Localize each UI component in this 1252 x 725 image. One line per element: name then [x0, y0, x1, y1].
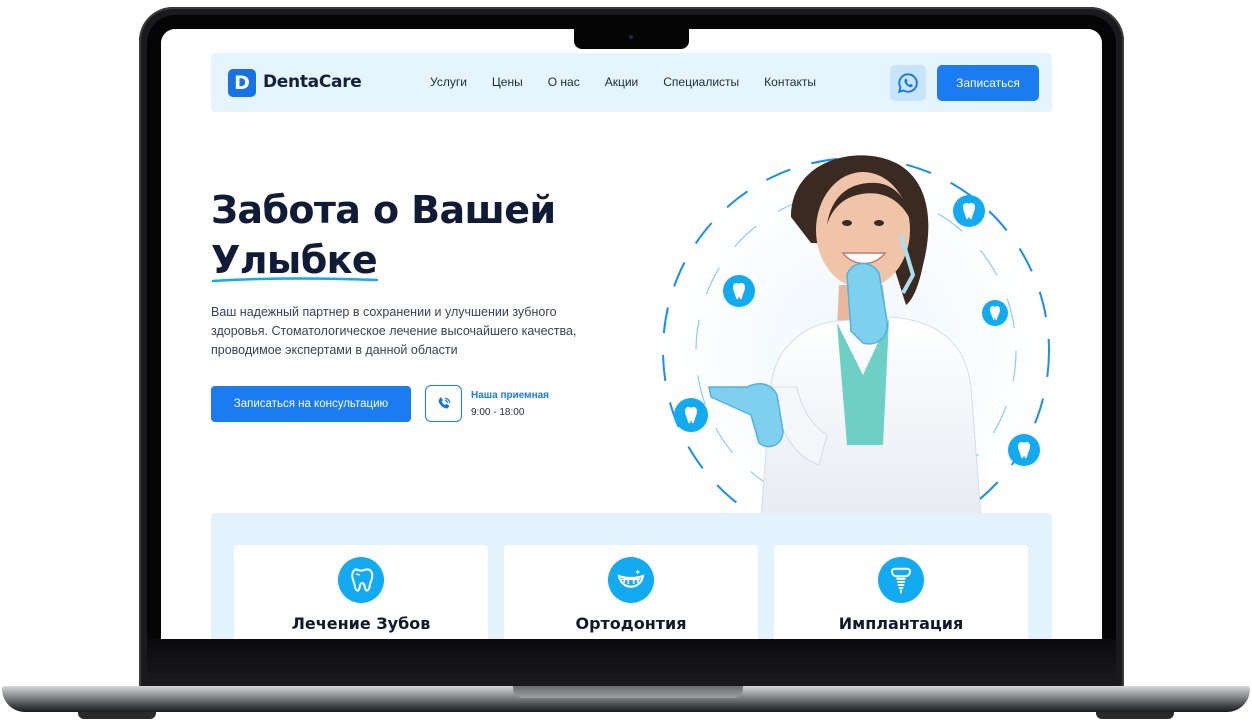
nav-link-prices[interactable]: Цены: [492, 75, 523, 89]
service-card-orthodontics[interactable]: Ортодонтия: [504, 545, 758, 639]
service-title: Ортодонтия: [575, 614, 687, 633]
laptop-chin: [147, 639, 1116, 684]
logo-icon[interactable]: D: [228, 69, 256, 97]
laptop-base: [2, 686, 1250, 712]
service-card-implantation[interactable]: Имплантация: [774, 545, 1028, 639]
nav-link-specialists[interactable]: Специалисты: [663, 75, 739, 89]
nav-link-promotions[interactable]: Акции: [605, 75, 639, 89]
logo-text[interactable]: DentaCare: [263, 72, 362, 92]
title-underline: [211, 277, 379, 283]
laptop-foot-right: [1096, 712, 1174, 719]
nav-links: Услуги Цены О нас Акции Специалисты Конт…: [430, 75, 841, 89]
nav-link-about[interactable]: О нас: [548, 75, 580, 89]
hero-title: Забота о Вашей Улыбке: [211, 185, 556, 285]
whatsapp-button[interactable]: [890, 65, 926, 101]
service-card-treatment[interactable]: Лечение Зубов: [234, 545, 488, 639]
tooth-badge-right: [982, 300, 1008, 326]
camera-icon: [629, 35, 633, 39]
tooth-icon: [338, 557, 384, 603]
trackpad-notch: [513, 686, 743, 698]
nav-link-contacts[interactable]: Контакты: [764, 75, 816, 89]
laptop-frame: D DentaCare Услуги Цены О нас Акции Спец…: [0, 0, 1252, 725]
tooth-badge-bottom-right: [1008, 434, 1040, 466]
tooth-badge-left: [723, 275, 755, 307]
phone-icon: [438, 396, 450, 409]
services-section: Лечение Зубов Ортодонтия Имплантация: [211, 513, 1052, 639]
hero-description: Ваш надежный партнер в сохранении и улуч…: [211, 305, 577, 357]
signup-button[interactable]: Записаться: [937, 65, 1039, 101]
camera-notch: [574, 29, 689, 49]
tooth-badge-top-right: [953, 195, 985, 227]
whatsapp-icon: [897, 73, 918, 94]
service-title: Лечение Зубов: [291, 614, 431, 633]
reception-phone-button[interactable]: [425, 385, 462, 422]
hero-title-line1: Забота о Вашей: [211, 188, 556, 232]
website-screen: D DentaCare Услуги Цены О нас Акции Спец…: [161, 29, 1102, 639]
reception-hours: 9:00 - 18:00: [471, 407, 525, 418]
service-title: Имплантация: [838, 614, 964, 633]
navbar: D DentaCare Услуги Цены О нас Акции Спец…: [211, 53, 1052, 112]
smile-braces-icon: [608, 557, 654, 603]
nav-link-services[interactable]: Услуги: [430, 75, 467, 89]
reception-label: Наша приемная: [471, 390, 550, 401]
implant-icon: [878, 557, 924, 603]
tooth-badge-bottom-left: [674, 398, 708, 432]
dentist-illustration: [662, 155, 1050, 517]
laptop-foot-left: [78, 712, 156, 719]
consultation-button[interactable]: Записаться на консультацию: [211, 386, 411, 422]
